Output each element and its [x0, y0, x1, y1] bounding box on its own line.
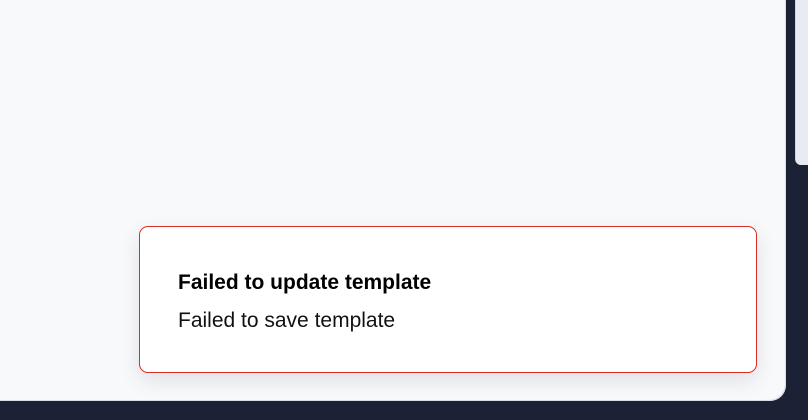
desktop-frame: Failed to update template Failed to save…: [0, 0, 808, 420]
app-window: Failed to update template Failed to save…: [0, 0, 786, 401]
toast-title: Failed to update template: [178, 271, 432, 294]
error-toast: Failed to update template Failed to save…: [139, 226, 757, 373]
window-edge: [795, 0, 808, 165]
toast-message: Failed to save template: [178, 309, 396, 332]
